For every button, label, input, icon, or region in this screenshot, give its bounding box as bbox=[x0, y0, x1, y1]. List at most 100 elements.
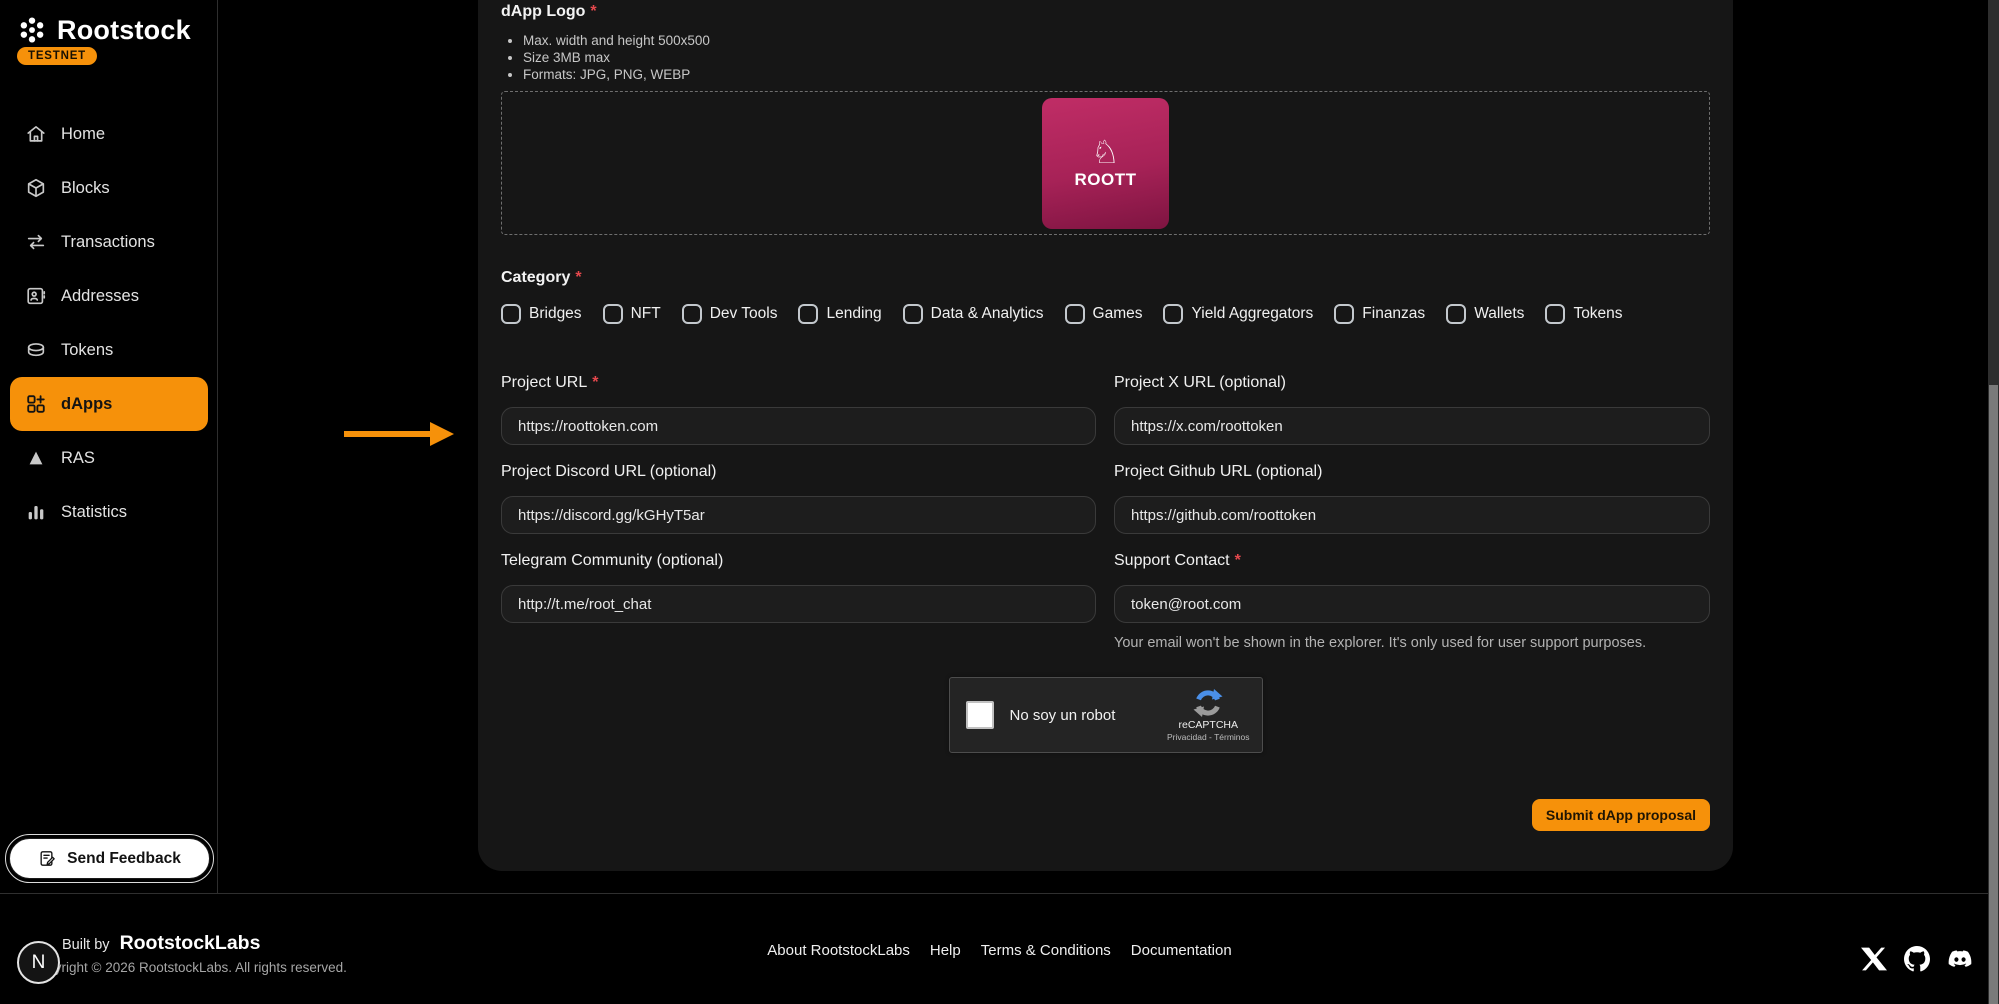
logo-rule: Size 3MB max bbox=[523, 49, 1710, 66]
discord-icon[interactable] bbox=[1947, 946, 1973, 972]
send-feedback-button[interactable]: Send Feedback bbox=[9, 838, 210, 879]
project-x-url-field-group: Project X URL (optional) bbox=[1114, 374, 1710, 445]
project-x-url-input[interactable] bbox=[1114, 407, 1710, 445]
required-asterisk: * bbox=[575, 269, 581, 286]
category-option-label: Dev Tools bbox=[710, 305, 778, 323]
category-option-tokens[interactable]: Tokens bbox=[1545, 304, 1622, 324]
recaptcha-brand-block: reCAPTCHA Privacidad - Términos bbox=[1167, 688, 1250, 742]
ras-icon bbox=[25, 447, 47, 469]
project-url-field-group: Project URL* bbox=[501, 374, 1096, 445]
sidebar-item-blocks[interactable]: Blocks bbox=[10, 161, 208, 215]
category-option-label: Tokens bbox=[1573, 305, 1622, 323]
statistics-icon bbox=[25, 501, 47, 523]
category-option-yield-aggregators[interactable]: Yield Aggregators bbox=[1163, 304, 1313, 324]
dapp-logo-label: dApp Logo* bbox=[501, 3, 1710, 21]
sidebar-item-dapps[interactable]: dApps bbox=[10, 377, 208, 431]
avatar-badge[interactable]: N bbox=[17, 941, 60, 984]
footer-link-documentation[interactable]: Documentation bbox=[1131, 942, 1232, 959]
checkbox[interactable] bbox=[682, 304, 702, 324]
sidebar-item-label: Home bbox=[61, 125, 105, 144]
category-option-finanzas[interactable]: Finanzas bbox=[1334, 304, 1425, 324]
project-x-url-label: Project X URL (optional) bbox=[1114, 374, 1710, 392]
category-option-games[interactable]: Games bbox=[1065, 304, 1143, 324]
github-icon[interactable] bbox=[1904, 946, 1930, 972]
category-option-dev-tools[interactable]: Dev Tools bbox=[682, 304, 778, 324]
sidebar-item-home[interactable]: Home bbox=[10, 107, 208, 161]
recaptcha-icon bbox=[1193, 688, 1223, 718]
required-asterisk: * bbox=[592, 374, 598, 391]
footer-link-about[interactable]: About RootstockLabs bbox=[767, 942, 910, 959]
built-by-line: Built by RootstockLabs bbox=[62, 932, 260, 955]
checkbox[interactable] bbox=[798, 304, 818, 324]
submit-dapp-proposal-button[interactable]: Submit dApp proposal bbox=[1532, 799, 1710, 831]
footer-brand[interactable]: RootstockLabs bbox=[120, 932, 261, 955]
brand-logo[interactable]: Rootstock bbox=[16, 14, 191, 46]
sidebar-item-label: Addresses bbox=[61, 287, 139, 306]
checkbox[interactable] bbox=[1065, 304, 1085, 324]
brand-name: Rootstock bbox=[57, 15, 191, 46]
sidebar: Rootstock TESTNET Home Blocks bbox=[0, 0, 218, 893]
footer-socials bbox=[1861, 946, 1973, 972]
recaptcha-name: reCAPTCHA bbox=[1178, 719, 1238, 731]
project-url-label: Project URL* bbox=[501, 374, 1096, 392]
checkbox[interactable] bbox=[1163, 304, 1183, 324]
rootstock-flower-icon bbox=[16, 14, 48, 46]
category-option-wallets[interactable]: Wallets bbox=[1446, 304, 1524, 324]
footer-link-terms[interactable]: Terms & Conditions bbox=[981, 942, 1111, 959]
category-option-label: Yield Aggregators bbox=[1191, 305, 1313, 323]
sidebar-item-addresses[interactable]: Addresses bbox=[10, 269, 208, 323]
sidebar-nav: Home Blocks Transactions bbox=[10, 107, 208, 539]
checkbox[interactable] bbox=[501, 304, 521, 324]
copyright-text: Copyright © 2026 RootstockLabs. All righ… bbox=[30, 960, 347, 975]
dapps-icon bbox=[25, 393, 47, 415]
category-label: Category* bbox=[501, 269, 1710, 287]
telegram-community-label: Telegram Community (optional) bbox=[501, 552, 1096, 570]
tokens-icon bbox=[25, 339, 47, 361]
checkbox[interactable] bbox=[1545, 304, 1565, 324]
checkbox[interactable] bbox=[903, 304, 923, 324]
sidebar-item-ras[interactable]: RAS bbox=[10, 431, 208, 485]
sidebar-item-statistics[interactable]: Statistics bbox=[10, 485, 208, 539]
project-url-input[interactable] bbox=[501, 407, 1096, 445]
submit-row: Submit dApp proposal bbox=[501, 799, 1710, 831]
x-icon[interactable] bbox=[1861, 946, 1887, 972]
telegram-community-input[interactable] bbox=[501, 585, 1096, 623]
checkbox[interactable] bbox=[1334, 304, 1354, 324]
transactions-icon bbox=[25, 231, 47, 253]
project-github-url-input[interactable] bbox=[1114, 496, 1710, 534]
logo-preview-tile[interactable]: ♘ ROOTT bbox=[1042, 98, 1169, 229]
dapp-proposal-card: dApp Logo* Max. width and height 500x500… bbox=[478, 0, 1733, 871]
logo-rules-list: Max. width and height 500x500 Size 3MB m… bbox=[523, 32, 1710, 83]
category-option-label: Finanzas bbox=[1362, 305, 1425, 323]
checkbox[interactable] bbox=[1446, 304, 1466, 324]
checkbox[interactable] bbox=[603, 304, 623, 324]
category-options: Bridges NFT Dev Tools Lending Data & Ana… bbox=[501, 304, 1710, 324]
logo-dropzone[interactable]: ♘ ROOTT bbox=[501, 91, 1710, 235]
sidebar-item-transactions[interactable]: Transactions bbox=[10, 215, 208, 269]
category-option-label: Lending bbox=[826, 305, 881, 323]
scrollbar-thumb[interactable] bbox=[1989, 385, 1998, 1004]
category-option-label: NFT bbox=[631, 305, 661, 323]
logo-rule: Max. width and height 500x500 bbox=[523, 32, 1710, 49]
category-option-nft[interactable]: NFT bbox=[603, 304, 661, 324]
support-contact-input[interactable] bbox=[1114, 585, 1710, 623]
category-option-label: Bridges bbox=[529, 305, 582, 323]
annotation-arrow bbox=[344, 420, 454, 448]
sidebar-item-label: RAS bbox=[61, 449, 95, 468]
footer-link-help[interactable]: Help bbox=[930, 942, 961, 959]
recaptcha-checkbox[interactable] bbox=[966, 701, 994, 729]
home-icon bbox=[25, 123, 47, 145]
category-option-lending[interactable]: Lending bbox=[798, 304, 881, 324]
category-option-bridges[interactable]: Bridges bbox=[501, 304, 582, 324]
page-scrollbar[interactable] bbox=[1988, 0, 1999, 1004]
recaptcha-terms-links[interactable]: Privacidad - Términos bbox=[1167, 732, 1250, 742]
category-option-data-analytics[interactable]: Data & Analytics bbox=[903, 304, 1044, 324]
category-option-label: Wallets bbox=[1474, 305, 1524, 323]
category-option-label: Data & Analytics bbox=[931, 305, 1044, 323]
sidebar-item-tokens[interactable]: Tokens bbox=[10, 323, 208, 377]
sidebar-item-label: Transactions bbox=[61, 233, 155, 252]
blocks-icon bbox=[25, 177, 47, 199]
testnet-badge: TESTNET bbox=[17, 47, 97, 65]
project-discord-url-input[interactable] bbox=[501, 496, 1096, 534]
recaptcha-label: No soy un robot bbox=[1010, 707, 1167, 724]
